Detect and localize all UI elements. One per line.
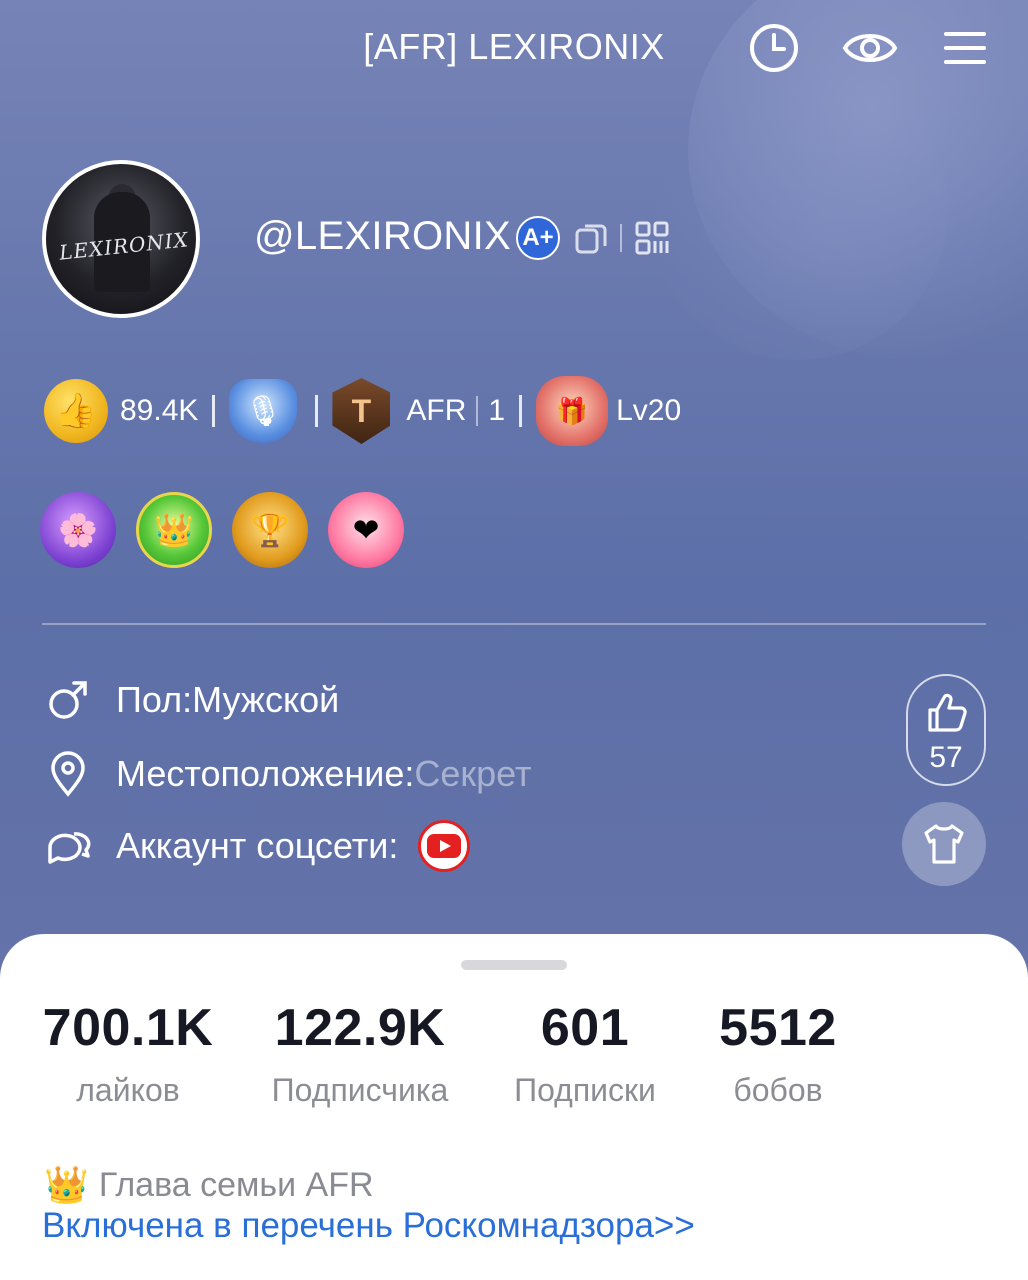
avatar[interactable]: LEXIRONIX	[42, 160, 200, 318]
microphone-badge-icon[interactable]: 🎙	[229, 379, 298, 443]
qr-code-icon[interactable]	[634, 220, 670, 256]
flower-hand-medal-icon[interactable]: 🌸	[40, 492, 116, 568]
background-decoration	[648, 60, 948, 360]
profile-bottom-sheet: 700.1K лайков 122.9K Подписчика 601 Подп…	[0, 934, 1028, 1280]
eye-icon[interactable]	[842, 22, 898, 74]
copy-icon[interactable]	[573, 220, 609, 256]
gender-label: Пол:	[116, 679, 193, 720]
thumbs-up-coin-icon: 👍	[44, 379, 108, 443]
location-value: Секрет	[414, 753, 532, 794]
following-label: Подписки	[514, 1072, 656, 1108]
user-stats-row: 👍 89.4K 🎙 T AFR 1 🎁 Lv20	[44, 376, 682, 446]
followers-label: Подписчика	[271, 1072, 449, 1108]
likes-label: лайков	[76, 1072, 180, 1108]
beans-label: бобов	[733, 1072, 823, 1108]
profile-like-count: 57	[929, 741, 963, 774]
followers-value: 122.9K	[274, 999, 446, 1057]
family-shield-icon[interactable]: T	[332, 378, 391, 444]
family-head-row: 👑 Глава семьи AFR	[44, 1164, 374, 1206]
beans-value: 5512	[719, 999, 837, 1057]
social-account-row: Аккаунт соцсети:	[44, 820, 471, 872]
section-divider	[42, 623, 986, 625]
level-badge-icon[interactable]: 🎁	[536, 376, 609, 446]
family-rank: 1	[488, 394, 506, 427]
sheet-drag-handle[interactable]	[461, 960, 567, 970]
gender-value: Мужской	[192, 679, 340, 720]
location-pin-icon	[44, 750, 92, 798]
location-label: Местоположение:	[116, 753, 415, 794]
gender-row: Пол: Мужской	[44, 676, 339, 724]
beans-stat[interactable]: 5512 бобов	[700, 998, 856, 1109]
profile-header-background: [AFR] LEXIRONIX LEXIRONIX @LEXIRONIX A+ …	[0, 0, 1028, 980]
likes-value: 700.1K	[42, 999, 214, 1057]
likes-stat[interactable]: 700.1K лайков	[38, 998, 218, 1109]
t-shirt-icon	[924, 824, 964, 864]
profile-like-button[interactable]: 57	[906, 674, 986, 786]
divider	[620, 224, 622, 252]
social-account-label: Аккаунт соцсети:	[116, 825, 399, 866]
family-head-text: Глава семьи AFR	[98, 1165, 374, 1204]
outfit-button[interactable]	[902, 802, 986, 886]
crown-arrow-medal-icon[interactable]: 👑	[136, 492, 212, 568]
verified-badge-icon[interactable]: A+	[516, 216, 560, 260]
male-icon	[44, 676, 92, 724]
trophy-medal-icon[interactable]: 🏆	[232, 492, 308, 568]
crown-icon: 👑	[44, 1164, 89, 1205]
location-row: Местоположение: Секрет	[44, 750, 532, 798]
thumbs-up-icon	[928, 693, 967, 732]
history-icon[interactable]	[748, 22, 800, 74]
following-stat[interactable]: 601 Подписки	[500, 998, 670, 1109]
medals-row: 🌸 👑 🏆 ❤	[40, 492, 404, 568]
likee-heart-medal-icon[interactable]: ❤	[328, 492, 404, 568]
username: @LEXIRONIX	[254, 214, 512, 258]
following-value: 601	[540, 999, 630, 1057]
menu-icon[interactable]	[940, 22, 990, 74]
chat-bubbles-icon	[44, 822, 92, 870]
level-text: Lv20	[616, 394, 682, 427]
roskomnadzor-link[interactable]: Включена в перечень Роскомнадзора>>	[42, 1206, 695, 1246]
followers-stat[interactable]: 122.9K Подписчика	[260, 998, 460, 1109]
youtube-icon[interactable]	[418, 820, 471, 872]
family-tag: AFR	[406, 394, 467, 427]
coins-count: 89.4K	[120, 394, 199, 427]
